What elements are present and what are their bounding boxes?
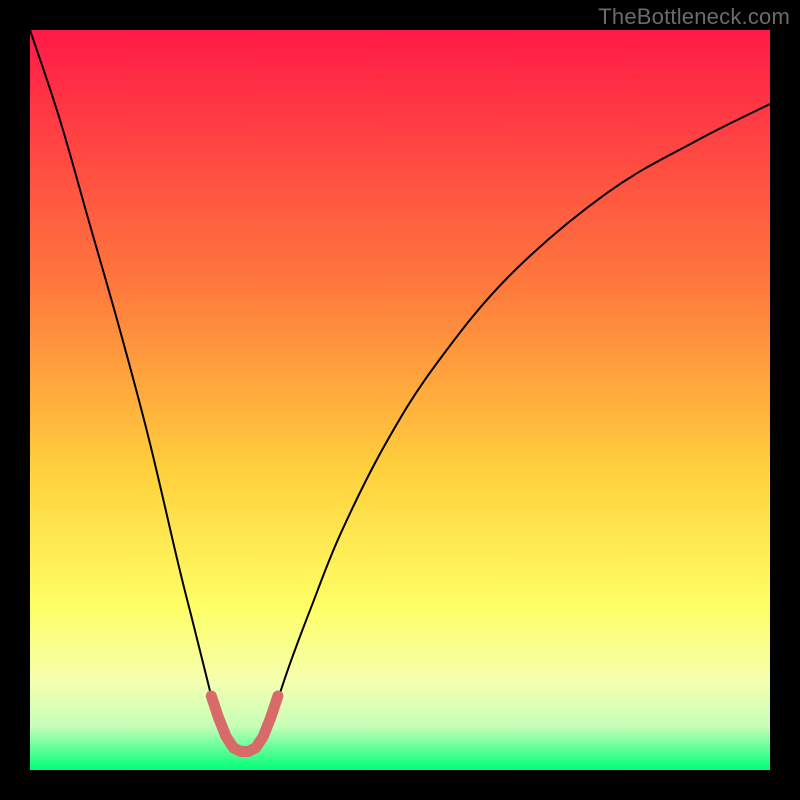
chart-frame — [30, 30, 770, 770]
bottleneck-chart — [30, 30, 770, 770]
watermark-text: TheBottleneck.com — [598, 4, 790, 30]
chart-background — [30, 30, 770, 770]
